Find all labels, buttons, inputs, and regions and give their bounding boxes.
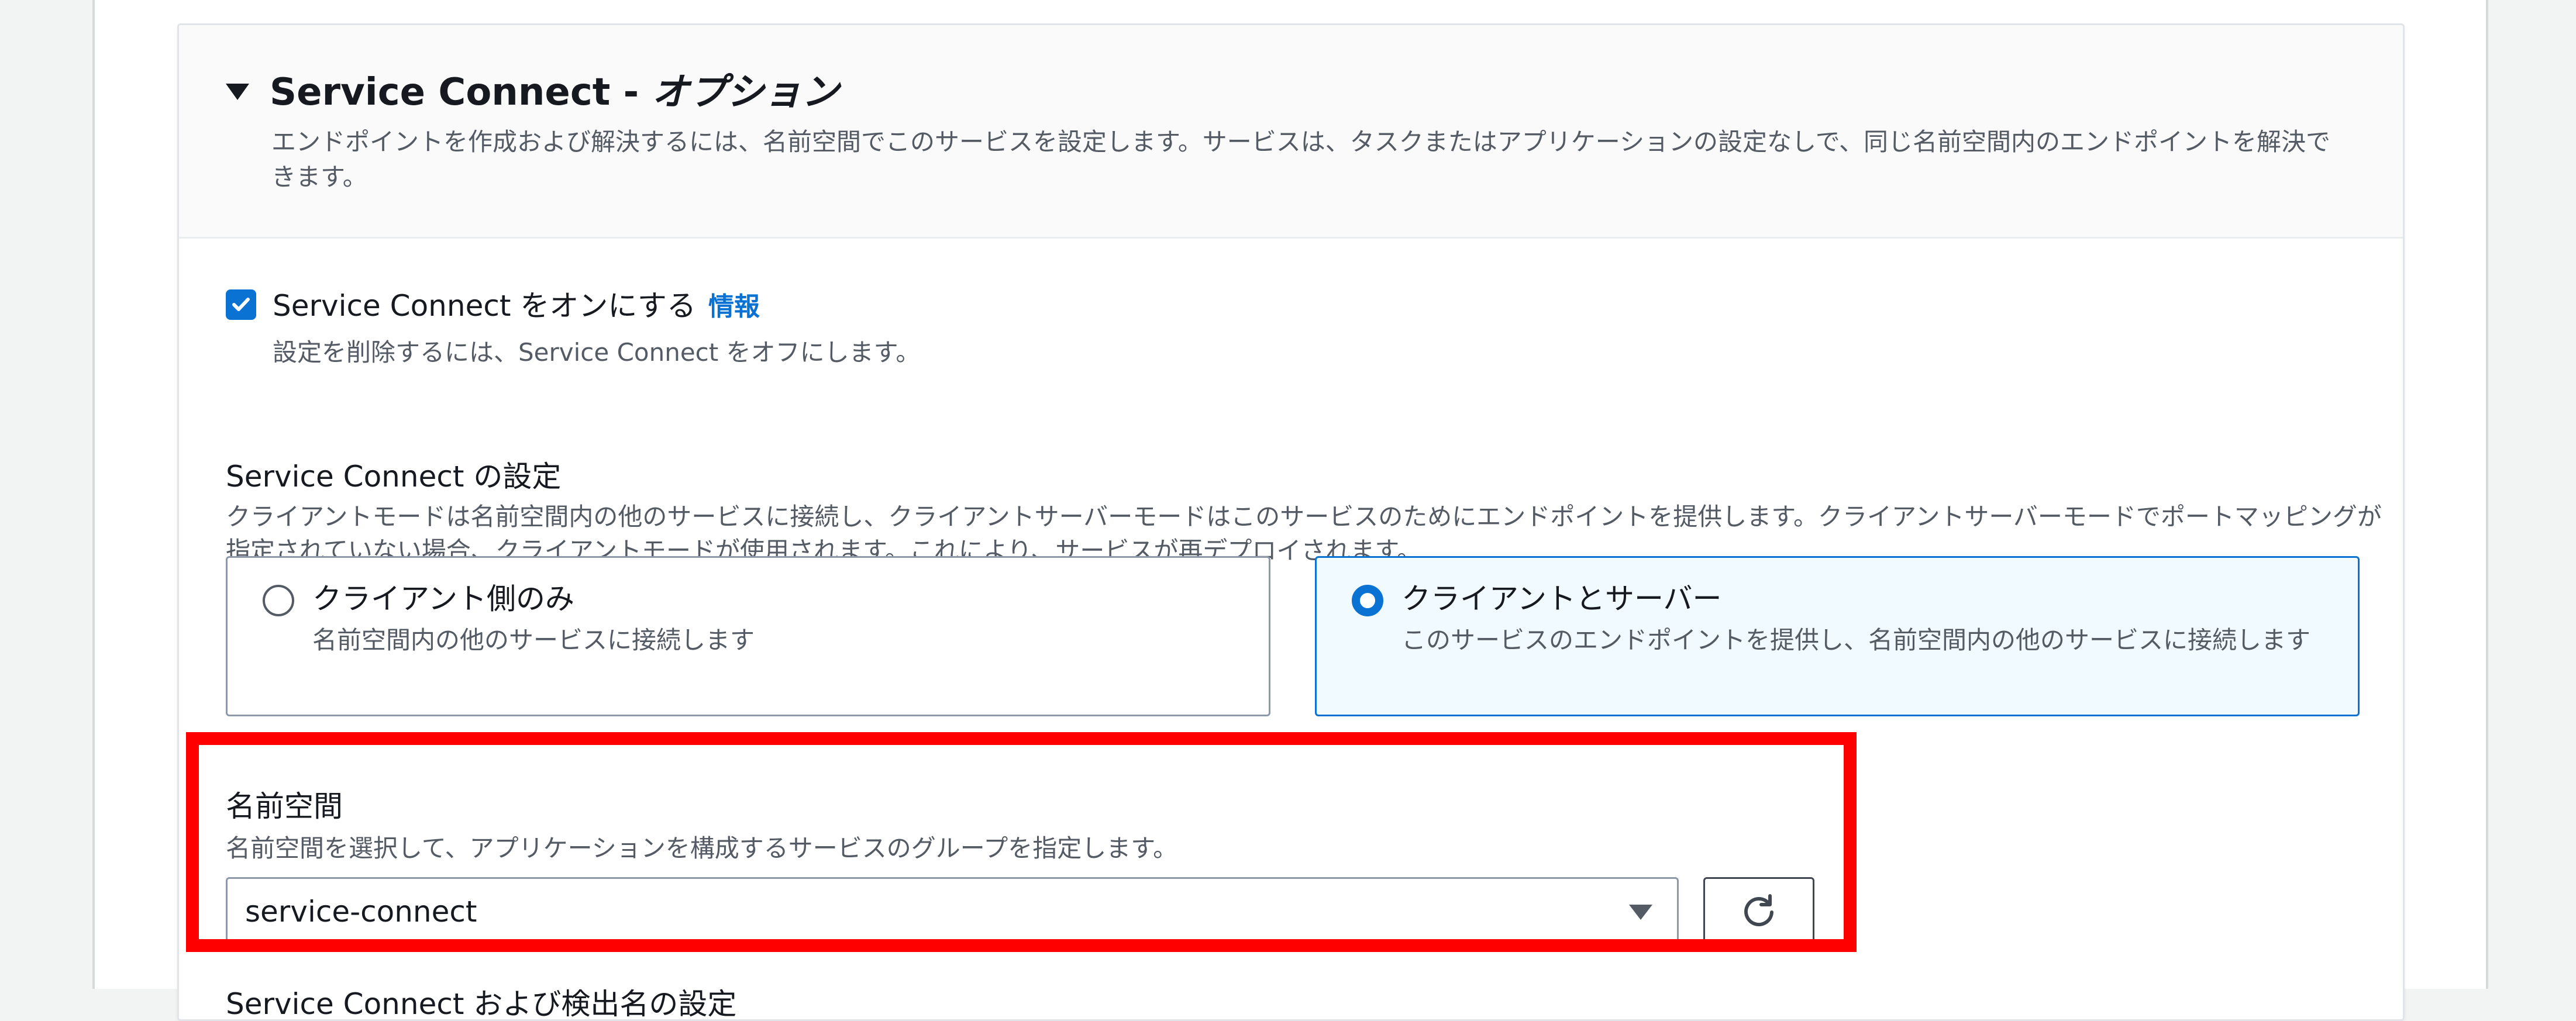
client-only-description: 名前空間内の他のサービスに接続します [312, 626, 755, 654]
info-link[interactable]: 情報 [708, 289, 760, 325]
panel-title: Service Connect - オプション [270, 66, 839, 119]
check-icon [232, 298, 250, 311]
service-connect-checkbox-label[interactable]: Service Connect をオンにする [273, 286, 696, 326]
namespace-description: 名前空間を選択して、アプリケーションを構成するサービスのグループを指定します。 [226, 834, 1178, 863]
namespace-select-value: service-connect [245, 895, 477, 929]
client-server-description: このサービスのエンドポイントを提供し、名前空間内の他のサービスに接続します [1401, 626, 2311, 654]
client-server-radio[interactable] [1352, 585, 1383, 616]
refresh-icon [1744, 894, 1773, 926]
panel-title-optional: オプション [652, 71, 839, 114]
panel-description: エンドポイントを作成および解決するには、名前空間でこのサービスを設定します。サー… [271, 127, 2331, 191]
client-only-tile[interactable]: クライアント側のみ 名前空間内の他のサービスに接続します [226, 556, 1270, 716]
service-connect-checkbox[interactable] [226, 289, 256, 320]
client-only-radio[interactable] [263, 585, 294, 616]
panel-title-main: Service Connect - [270, 71, 652, 114]
namespace-label: 名前空間 [226, 789, 343, 823]
service-connect-checkbox-description: 設定を削除するには、Service Connect をオフにします。 [273, 338, 921, 367]
panel-header[interactable]: Service Connect - オプション エンドポイントを作成および解決す… [179, 25, 2403, 239]
page-right-border [2486, 0, 2488, 989]
select-caret-icon [1629, 905, 1652, 920]
client-server-title: クライアントとサーバー [1401, 582, 1722, 616]
next-section-label: Service Connect および検出名の設定 [226, 987, 737, 1021]
client-only-title: クライアント側のみ [312, 582, 574, 616]
refresh-button[interactable] [1703, 877, 1814, 946]
config-label: Service Connect の設定 [226, 460, 562, 494]
client-server-tile[interactable]: クライアントとサーバー このサービスのエンドポイントを提供し、名前空間内の他のサ… [1315, 556, 2360, 716]
namespace-select[interactable]: service-connect [226, 877, 1679, 946]
service-connect-panel: Service Connect - オプション エンドポイントを作成および解決す… [177, 23, 2405, 1021]
caret-down-icon[interactable] [226, 84, 249, 100]
